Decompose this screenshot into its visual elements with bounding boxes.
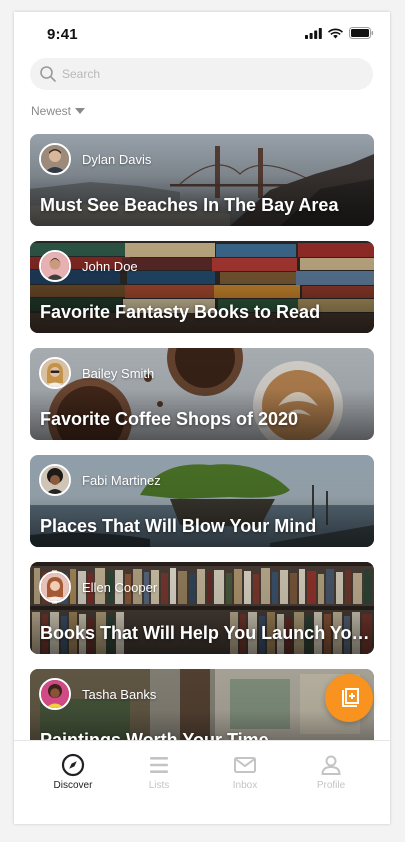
card-title: Favorite Fantasty Books to Read (40, 302, 321, 322)
list-card-places[interactable]: Fabi Martinez Places That Will Blow Your… (30, 455, 374, 547)
card-title: Places That Will Blow Your Mind (40, 516, 317, 536)
sort-label: Newest (31, 104, 72, 118)
tab-label: Inbox (232, 780, 258, 791)
tab-lists[interactable]: Lists (116, 753, 202, 791)
compass-icon (61, 753, 85, 777)
avatar (39, 357, 71, 389)
tab-label: Lists (148, 780, 170, 791)
status-time: 9:41 (47, 26, 78, 43)
author-name: Tasha Banks (82, 687, 157, 702)
tab-label: Discover (53, 780, 93, 791)
list-card-coffee-shops[interactable]: Bailey Smith Favorite Coffee Shops of 20… (30, 348, 374, 440)
wifi-icon (328, 28, 343, 38)
mail-icon (234, 757, 256, 773)
author-name: John Doe (82, 259, 138, 274)
avatar (39, 250, 71, 282)
avatar (39, 678, 71, 710)
sort-dropdown[interactable]: Newest (31, 104, 86, 118)
avatar (39, 464, 71, 496)
list-icon (150, 757, 168, 773)
new-list-button[interactable] (325, 674, 373, 722)
list-card-beaches[interactable]: Dylan Davis Must See Beaches In The Bay … (30, 134, 374, 226)
card-title: Must See Beaches In The Bay Area (40, 195, 339, 215)
card-title: Favorite Coffee Shops of 2020 (40, 409, 299, 429)
tab-profile[interactable]: Profile (288, 753, 374, 791)
avatar (39, 571, 71, 603)
user-icon (321, 755, 341, 775)
search-input[interactable] (62, 58, 362, 90)
avatar (39, 143, 71, 175)
tab-label: Profile (316, 780, 346, 791)
caret-down-icon (75, 108, 86, 114)
status-icons (305, 27, 374, 39)
status-bar: 9:41 (14, 12, 390, 56)
author-name: Ellen Cooper (82, 580, 158, 595)
battery-icon (349, 27, 374, 39)
add-list-icon (342, 688, 359, 707)
author-name: Dylan Davis (82, 152, 152, 167)
author-name: Bailey Smith (82, 366, 155, 381)
author-name: Fabi Martinez (82, 473, 161, 488)
card-title: Books That Will Help You Launch Your Car… (40, 623, 370, 643)
tab-discover[interactable]: Discover (30, 753, 116, 791)
tab-bar: Discover Lists Inbox Profile (14, 740, 390, 824)
list-card-fantasy-books[interactable]: John Doe Favorite Fantasty Books to Read (30, 241, 374, 333)
search-bar (30, 58, 373, 90)
phone-screen: 9:41 Search Newest Dylan Davis Must See … (14, 12, 390, 824)
card-list: Dylan Davis Must See Beaches In The Bay … (30, 134, 374, 776)
tab-inbox[interactable]: Inbox (202, 753, 288, 791)
signal-icon (305, 27, 322, 39)
list-card-career-books[interactable]: Ellen Cooper Books That Will Help You La… (30, 562, 374, 654)
search-icon (40, 66, 56, 82)
